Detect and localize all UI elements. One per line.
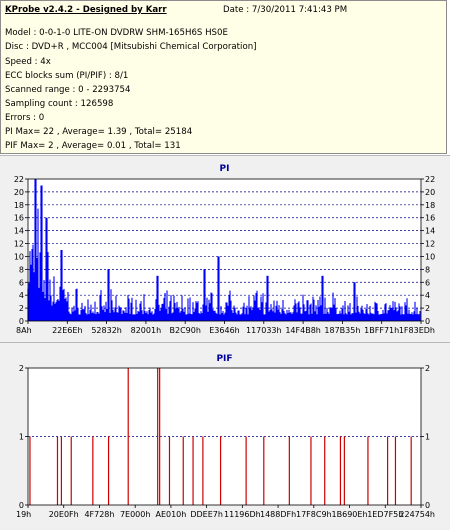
y-tick-label-left: 10 — [14, 252, 24, 261]
pif-chart-panel: PIF 0 0 1 1 2 2 19h 20E0Fh 4F728h 7E000h AE010h DDEE… — [0, 342, 450, 530]
scan-date: Date : 7/30/2011 7:41:43 PM — [223, 5, 348, 15]
x-tick-label: 11196Dh — [224, 510, 261, 519]
y-tick-label-left: 6 — [19, 278, 24, 287]
x-tick-label: 1F83EDh — [399, 326, 435, 335]
chart-title: PIF — [216, 354, 232, 364]
y-tick-label-right: 1 — [425, 433, 430, 442]
x-tick-label: 7E000h — [120, 510, 150, 519]
y-tick-label-right: 2 — [425, 364, 430, 373]
x-tick-label: B2C90h — [169, 326, 200, 335]
y-tick-label-left: 0 — [19, 501, 24, 510]
info-panel: KProbe v2.4.2 - Designed by Karr Date : … — [0, 0, 447, 154]
y-tick-label-right: 22 — [425, 175, 435, 184]
y-tick-label-left: 14 — [14, 227, 24, 236]
x-tick-label: 19h — [16, 510, 31, 519]
y-tick-label-right: 10 — [425, 252, 435, 261]
y-tick-label-left: 12 — [14, 240, 24, 249]
x-tick-label: 1ED7F5h — [367, 510, 403, 519]
y-tick-label-left: 8 — [19, 265, 24, 274]
y-tick-label-left: 2 — [19, 364, 24, 373]
app-title: KProbe v2.4.2 - Designed by Karr — [5, 5, 167, 15]
chart-title: PI — [220, 164, 230, 174]
y-tick-label-right: 4 — [425, 291, 430, 300]
x-tick-label: 82001h — [131, 326, 162, 335]
y-tick-label-right: 0 — [425, 501, 430, 510]
plot-area — [28, 179, 421, 321]
x-tick-label: 1488DFh — [260, 510, 296, 519]
y-tick-label-right: 20 — [425, 188, 435, 197]
y-tick-label-left: 0 — [19, 317, 24, 326]
y-tick-label-right: 2 — [425, 304, 430, 313]
x-tick-label: 4F728h — [84, 510, 114, 519]
pi-summary-line: PI Max= 22 , Average= 1.39 , Total= 2518… — [5, 127, 193, 137]
x-tick-label: 52832h — [91, 326, 122, 335]
x-tick-label: DDEE7h — [190, 510, 223, 519]
y-tick-label-right: 14 — [425, 227, 435, 236]
sampling-count-line: Sampling count : 126598 — [5, 99, 114, 109]
model-line: Model : 0-0-1-0 LITE-ON DVDRW SHM-165H6S… — [5, 28, 228, 38]
x-tick-label: 22E6Eh — [52, 326, 82, 335]
y-tick-label-right: 6 — [425, 278, 430, 287]
scanned-range-line: Scanned range : 0 - 2293754 — [5, 85, 131, 95]
y-tick-label-right: 8 — [425, 265, 430, 274]
pi-chart: PI0 02 24 46 68 810 1012 1214 1416 1618 1820 2022 22… — [14, 164, 435, 335]
pif-summary-line: PIF Max= 2 , Average= 0.01 , Total= 131 — [5, 141, 181, 151]
y-tick-label-left: 16 — [14, 214, 24, 223]
y-tick-label-left: 22 — [14, 175, 24, 184]
x-tick-label: 187B35h — [324, 326, 360, 335]
x-tick-label: 17F8C9h — [296, 510, 332, 519]
disc-line: Disc : DVD+R , MCC004 [Mitsubishi Chemic… — [5, 42, 257, 52]
y-tick-label-left: 18 — [14, 201, 24, 210]
y-tick-label-right: 12 — [425, 240, 435, 249]
errors-line: Errors : 0 — [5, 113, 45, 123]
x-tick-label: 14F4B8h — [285, 326, 321, 335]
y-tick-label-right: 16 — [425, 214, 435, 223]
x-tick-label: 8Ah — [16, 326, 32, 335]
x-tick-label: E3646h — [209, 326, 239, 335]
y-tick-label-left: 4 — [19, 291, 24, 300]
x-tick-label: 1B690Eh — [332, 510, 368, 519]
x-tick-label: 224754h — [399, 510, 435, 519]
y-tick-label-left: 20 — [14, 188, 24, 197]
y-tick-label-left: 1 — [19, 433, 24, 442]
x-tick-label: 117033h — [246, 326, 282, 335]
pi-chart-panel: PI 0 0 2 2 4 4 6 6 8 8 10 10 12 12 14 14 16 16 18 18 20 20 22 22… — [0, 155, 450, 342]
x-tick-label: 1BFF71h — [364, 326, 399, 335]
speed-line: Speed : 4x — [5, 57, 51, 67]
x-tick-label: AE010h — [155, 510, 186, 519]
x-tick-label: 20E0Fh — [49, 510, 79, 519]
y-tick-label-right: 18 — [425, 201, 435, 210]
ecc-line: ECC blocks sum (PI/PIF) : 8/1 — [5, 71, 129, 81]
y-tick-label-right: 0 — [425, 317, 430, 326]
pif-chart: PIF 0 0 1 1 2 2 19h 20E0Fh 4F728h 7E000h AE010h DDEE… — [16, 354, 435, 519]
y-tick-label-left: 2 — [19, 304, 24, 313]
